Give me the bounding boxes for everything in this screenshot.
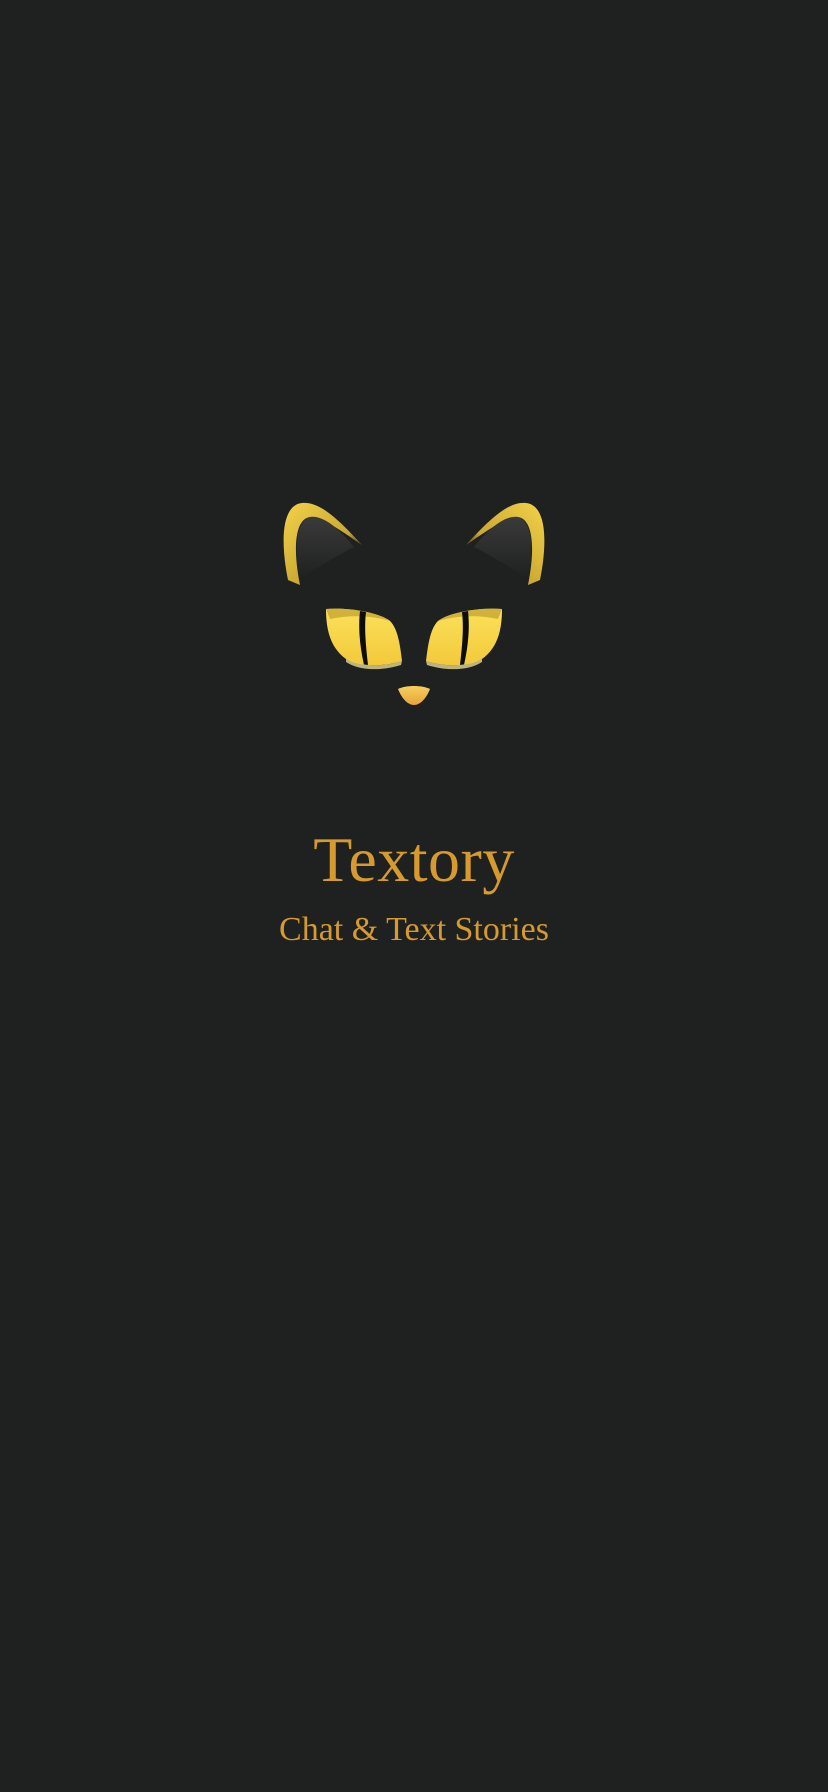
nose-icon [398,686,430,705]
left-ear-icon [283,502,362,585]
splash-screen: Textory Chat & Text Stories [0,0,828,1792]
app-subtitle: Chat & Text Stories [279,911,549,948]
left-eye-icon [326,608,402,670]
right-ear-icon [466,502,545,585]
cat-face-icon [280,495,548,715]
app-title: Textory [313,824,515,895]
right-eye-icon [426,608,502,670]
